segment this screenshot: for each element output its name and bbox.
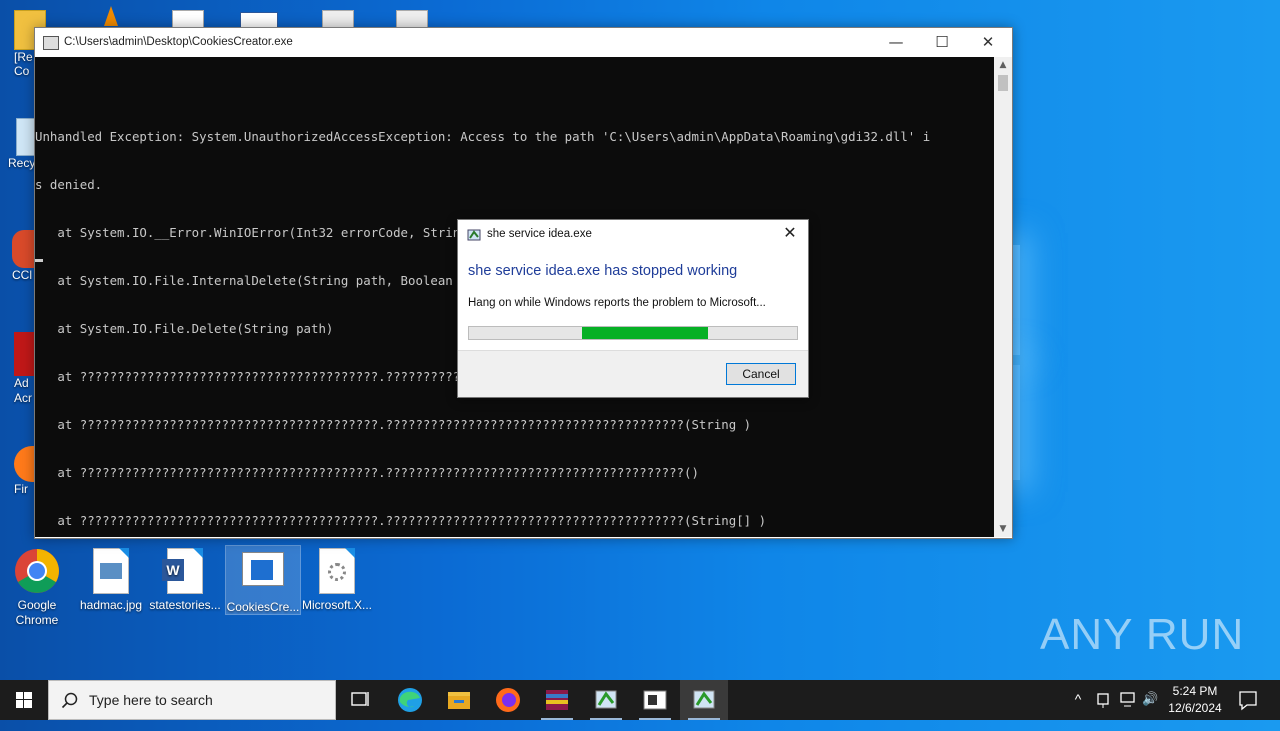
taskbar-app[interactable] bbox=[582, 680, 630, 720]
scroll-up-icon[interactable]: ▲ bbox=[994, 57, 1012, 73]
window-app-icon bbox=[643, 690, 667, 710]
taskbar-firefox[interactable] bbox=[484, 680, 532, 720]
maximize-button[interactable]: ☐ bbox=[919, 28, 965, 57]
console-line: Unhandled Exception: System.Unauthorized… bbox=[35, 129, 931, 144]
clock-time: 5:24 PM bbox=[1172, 684, 1218, 698]
console-line: s denied. bbox=[35, 177, 103, 192]
console-titlebar[interactable]: C:\Users\admin\Desktop\CookiesCreator.ex… bbox=[35, 28, 1012, 57]
notification-icon[interactable] bbox=[1236, 680, 1260, 720]
desktop-icon-statestories[interactable]: W statestories... bbox=[148, 548, 222, 613]
taskbar-dotnet-app[interactable] bbox=[680, 680, 728, 720]
dialog-footer: Cancel bbox=[458, 350, 808, 397]
console-line: at ?????????????????????????????????????… bbox=[35, 417, 752, 432]
cancel-button[interactable]: Cancel bbox=[726, 363, 796, 385]
desktop-icon-label: Microsoft.X... bbox=[301, 598, 372, 612]
tray-chevron-icon[interactable]: ^ bbox=[1068, 691, 1088, 731]
console-app-icon bbox=[43, 36, 59, 50]
taskbar-winrar[interactable] bbox=[533, 680, 581, 720]
app-icon bbox=[467, 227, 481, 241]
tray-display-icon[interactable] bbox=[1118, 680, 1138, 720]
chrome-icon bbox=[14, 548, 60, 594]
taskbar-file-explorer[interactable] bbox=[435, 680, 483, 720]
console-scrollbar[interactable]: ▲ ▼ bbox=[994, 57, 1012, 537]
desktop-icon-hadmac[interactable]: hadmac.jpg bbox=[74, 548, 148, 613]
dialog-heading: she service idea.exe has stopped working bbox=[468, 263, 738, 279]
scroll-down-icon[interactable]: ▼ bbox=[994, 521, 1012, 537]
edge-icon bbox=[398, 688, 422, 712]
search-placeholder: Type here to search bbox=[89, 692, 213, 708]
desktop-icon-label: Google Chrome bbox=[15, 598, 59, 627]
desktop-icon-label: Ad Acr bbox=[14, 376, 32, 405]
desktop-icon-label: statestories... bbox=[149, 598, 221, 612]
desktop-icon-vlc[interactable] bbox=[104, 6, 118, 26]
desktop-icon-label: CookiesCre... bbox=[226, 600, 300, 614]
desktop-icon-label: Fir bbox=[14, 482, 28, 496]
console-cursor bbox=[35, 259, 43, 262]
application-icon bbox=[240, 552, 286, 598]
progress-bar bbox=[468, 326, 798, 340]
console-line: at ?????????????????????????????????????… bbox=[35, 513, 767, 528]
progress-fill bbox=[582, 327, 709, 339]
dotnet-app-icon bbox=[693, 690, 715, 709]
dialog-title: she service idea.exe bbox=[487, 228, 592, 240]
desktop-icon-acrobat[interactable]: Ad Acr bbox=[14, 332, 36, 406]
desktop-icon-label: CCl bbox=[12, 268, 32, 282]
taskbar-clock[interactable]: 5:24 PM 12/6/2024 bbox=[1160, 683, 1230, 717]
start-button[interactable] bbox=[0, 680, 48, 720]
firefox-icon bbox=[496, 688, 520, 712]
desktop-icon-cookiescreator[interactable]: CookiesCre... bbox=[225, 545, 301, 615]
scroll-thumb[interactable] bbox=[998, 75, 1008, 91]
minimize-button[interactable]: — bbox=[873, 28, 919, 57]
dialog-message: Hang on while Windows reports the proble… bbox=[468, 297, 766, 309]
console-title: C:\Users\admin\Desktop\CookiesCreator.ex… bbox=[64, 36, 293, 48]
task-view-icon bbox=[351, 692, 369, 706]
dialog-close-button[interactable]: ✕ bbox=[780, 223, 800, 243]
taskbar-edge[interactable] bbox=[386, 680, 434, 720]
taskbar-search[interactable]: Type here to search bbox=[48, 680, 336, 720]
winrar-icon bbox=[546, 690, 568, 710]
task-view-button[interactable] bbox=[336, 680, 384, 720]
taskbar: Type here to search ^ 🔊 5:24 PM 12/6/202… bbox=[0, 680, 1280, 720]
clock-date: 12/6/2024 bbox=[1168, 701, 1222, 715]
desktop-icon-firefox[interactable]: Fir bbox=[14, 446, 36, 496]
word-document-icon: W bbox=[162, 548, 208, 594]
desktop-icon-ccleaner[interactable]: CCl bbox=[12, 230, 36, 282]
file-explorer-icon bbox=[448, 692, 470, 709]
desktop-icon-microsoft-x[interactable]: Microsoft.X... bbox=[300, 548, 374, 613]
tray-volume-icon[interactable]: 🔊 bbox=[1142, 691, 1158, 731]
settings-file-icon bbox=[314, 548, 360, 594]
watermark: ANY RUN bbox=[1040, 610, 1245, 659]
close-button[interactable]: ✕ bbox=[965, 28, 1011, 57]
console-line: at ?????????????????????????????????????… bbox=[35, 465, 699, 480]
image-file-icon bbox=[88, 548, 134, 594]
search-icon bbox=[61, 692, 78, 709]
tray-network-icon[interactable] bbox=[1094, 680, 1114, 720]
error-dialog[interactable]: she service idea.exe ✕ she service idea.… bbox=[457, 219, 809, 398]
desktop-icon-google-chrome[interactable]: Google Chrome bbox=[0, 548, 74, 628]
taskbar-window-app[interactable] bbox=[631, 680, 679, 720]
app-icon bbox=[595, 690, 617, 709]
desktop-icon-label: hadmac.jpg bbox=[79, 598, 143, 612]
windows-logo-icon bbox=[16, 692, 32, 708]
